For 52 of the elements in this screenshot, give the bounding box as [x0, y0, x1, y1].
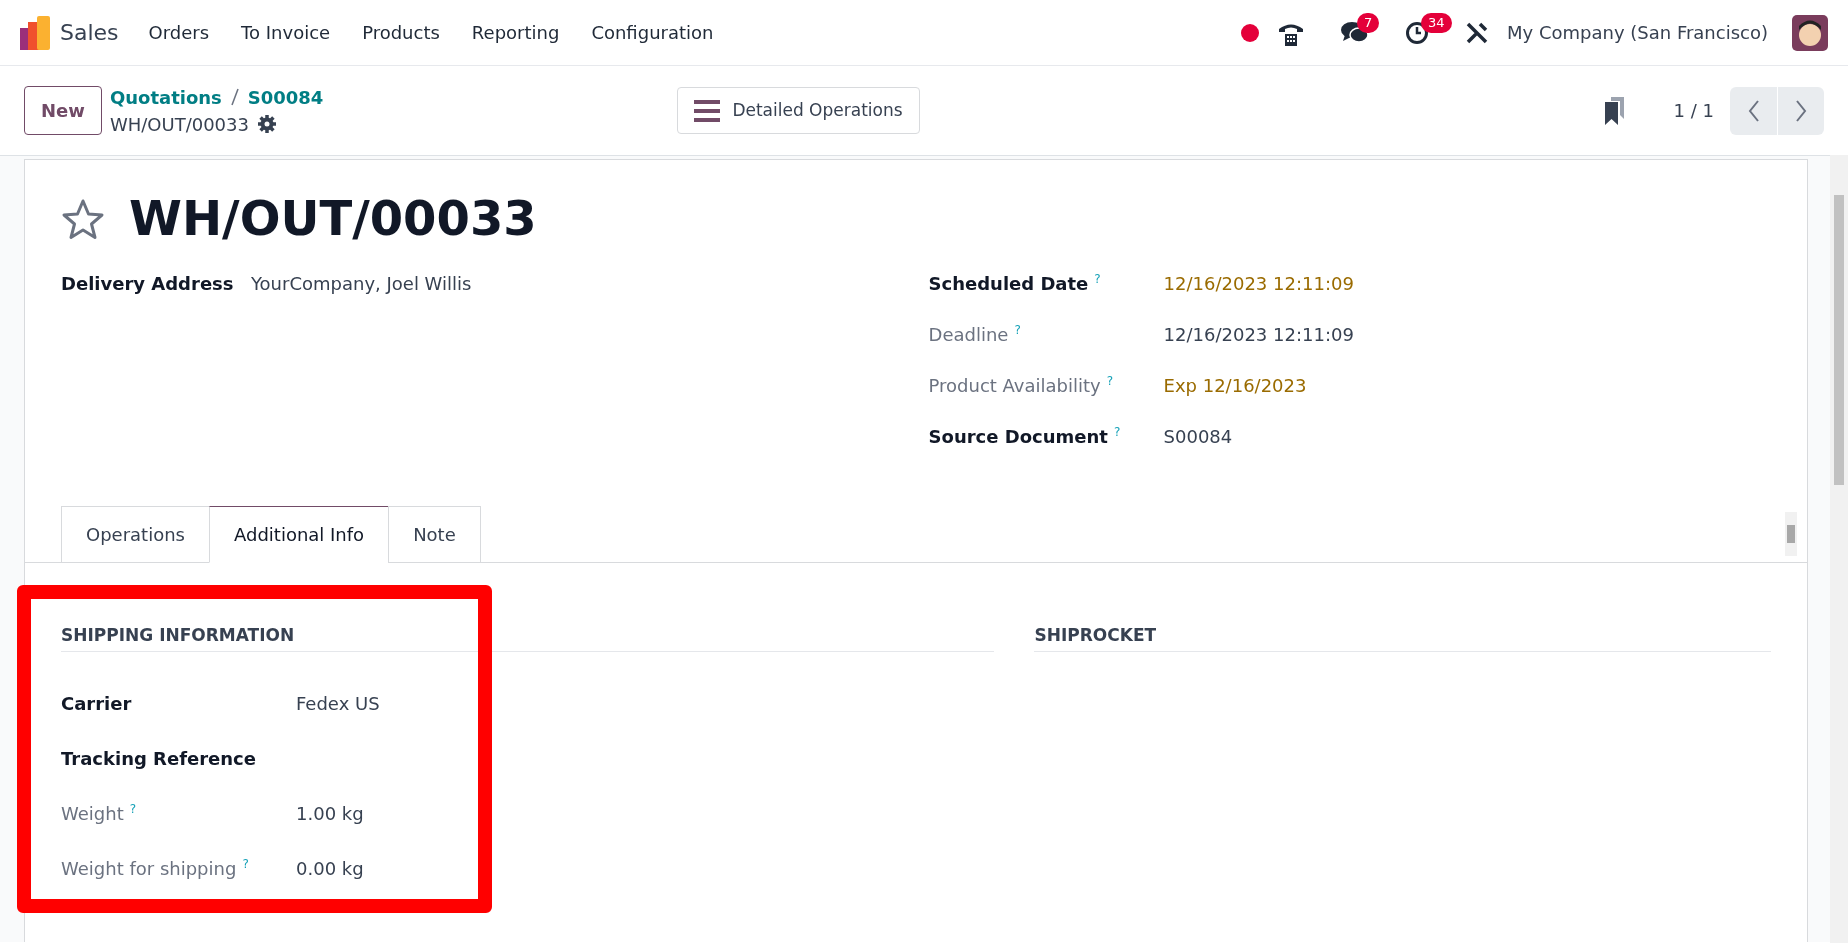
- section-heading: SHIPROCKET: [1034, 624, 1771, 652]
- chevron-right-icon: [1795, 99, 1807, 122]
- menu-item[interactable]: Configuration: [575, 11, 730, 54]
- menu-item[interactable]: Products: [346, 11, 456, 54]
- field-label: Weight: [61, 802, 124, 826]
- tools-icon[interactable]: [1465, 20, 1490, 45]
- field-label: Deadline: [928, 322, 1009, 347]
- field-label: Source Document: [928, 424, 1108, 449]
- field-value: 1.00 kg: [296, 802, 364, 826]
- menu-icon: [694, 99, 721, 122]
- pager-value[interactable]: 1 / 1: [1673, 97, 1714, 124]
- field-label: Scheduled Date: [928, 271, 1089, 296]
- record-name: WH/OUT/00033: [109, 112, 249, 137]
- message-count: 7: [1357, 12, 1380, 33]
- menu-item[interactable]: To Invoice: [225, 11, 347, 54]
- status-dot-icon[interactable]: [1241, 23, 1260, 42]
- field-label: Tracking Reference: [61, 747, 256, 771]
- section-heading: SHIPPING INFORMATION: [61, 624, 995, 652]
- tab[interactable]: Additional Info: [208, 505, 390, 563]
- field-label: Product Availability: [928, 373, 1101, 398]
- company-name[interactable]: My Company (San Francisco): [1507, 19, 1768, 46]
- field-value: S00084: [1163, 424, 1233, 449]
- avatar-icon[interactable]: [1792, 14, 1828, 51]
- bookmark-icon[interactable]: [1603, 96, 1626, 125]
- field-value: 12/16/2023 12:11:09: [1163, 271, 1354, 296]
- record-title: WH/OUT/00033: [129, 190, 537, 248]
- tab[interactable]: Operations: [61, 505, 210, 563]
- menu-item[interactable]: Orders: [132, 11, 226, 54]
- field-label: Weight for shipping: [61, 857, 237, 881]
- field-value: 0.00 kg: [296, 857, 364, 881]
- detailed-operations-button[interactable]: Detailed Operations: [677, 86, 920, 135]
- settings-icon[interactable]: [256, 114, 277, 134]
- field-value: Fedex US: [296, 692, 380, 716]
- breadcrumb-link[interactable]: Quotations: [109, 83, 222, 111]
- activity-count: 34: [1421, 12, 1452, 33]
- inner-scrollbar[interactable]: [1785, 511, 1797, 556]
- field-value: 12/16/2023 12:11:09: [1163, 322, 1354, 347]
- page-scrollbar[interactable]: [1830, 155, 1848, 943]
- menu-item[interactable]: Reporting: [455, 11, 576, 54]
- tab[interactable]: Note: [388, 505, 481, 563]
- field-value: YourCompany, Joel Willis: [251, 271, 472, 296]
- field-value: Exp 12/16/2023: [1163, 373, 1307, 398]
- chevron-left-icon: [1747, 99, 1760, 122]
- app-logo-icon[interactable]: [20, 15, 50, 50]
- field-label: Carrier: [61, 692, 132, 716]
- app-name[interactable]: Sales: [60, 16, 119, 49]
- field-label: Delivery Address: [61, 271, 234, 296]
- breadcrumb-link[interactable]: S00084: [247, 83, 324, 111]
- new-button[interactable]: New: [24, 86, 102, 135]
- clock-icon[interactable]: [1405, 20, 1430, 45]
- star-icon[interactable]: [61, 197, 105, 240]
- separator-icon: [229, 88, 240, 106]
